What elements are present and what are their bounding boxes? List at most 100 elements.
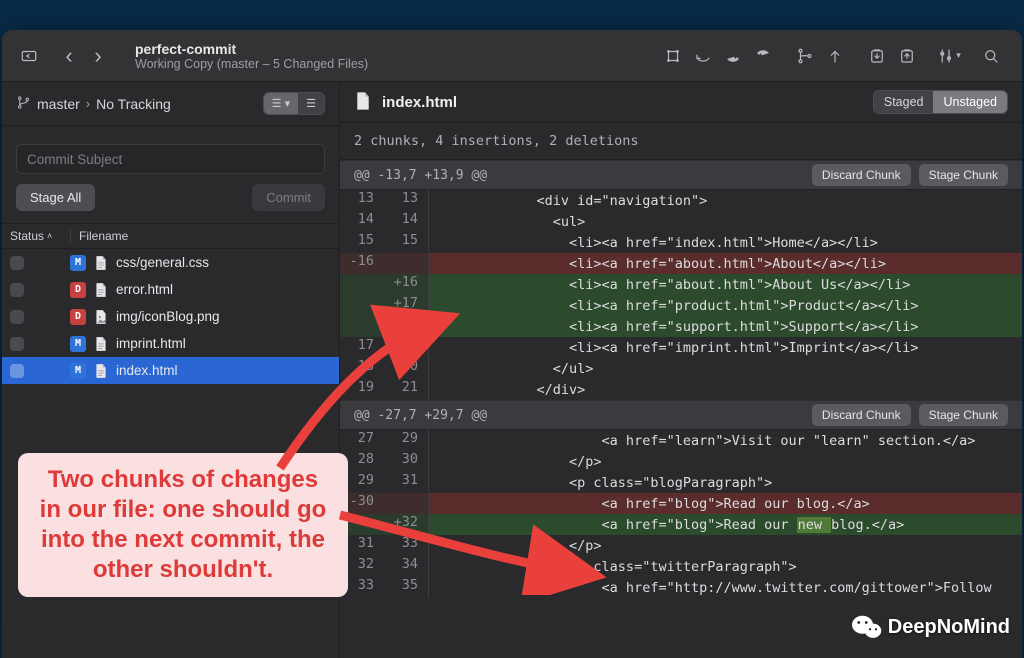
stage-checkbox[interactable] [10,337,24,351]
code-line[interactable]: +18 <li><a href="support.html">Support</… [340,316,1022,337]
stage-view-toggle[interactable]: Staged Unstaged [873,90,1008,114]
stage-all-button[interactable]: Stage All [16,184,95,211]
code-text: <a href="blog">Read our blog.</a> [429,493,1022,514]
diff-filename: index.html [382,94,457,111]
new-line-number: 15 [384,232,428,253]
settings-icon[interactable]: ▾ [936,42,962,70]
code-line[interactable]: -30 <a href="blog">Read our blog.</a> [340,493,1022,514]
tab-staged[interactable]: Staged [874,91,934,113]
tree-view-icon[interactable]: ☰ [298,93,324,114]
code-text: </ul> [429,358,1022,379]
quick-actions-icon[interactable] [660,42,686,70]
old-line-number [340,316,384,337]
rebase-icon[interactable] [822,42,848,70]
discard-chunk-button[interactable]: Discard Chunk [812,404,911,426]
new-line-number: +17 [384,295,428,316]
new-line-number: +16 [384,274,428,295]
code-line[interactable]: 1820 </ul> [340,358,1022,379]
pull-icon[interactable] [720,42,746,70]
code-line[interactable]: 3133 </p> [340,535,1022,556]
file-name: error.html [116,282,173,297]
code-text: </p> [429,451,1022,472]
nav-forward-button[interactable]: › [85,42,111,70]
code-line[interactable]: 1414 <ul> [340,211,1022,232]
new-line-number: 34 [384,556,428,577]
code-text: <li><a href="support.html">Support</a></… [429,316,1022,337]
list-view-icon[interactable]: ☰ ▾ [264,93,298,114]
code-line[interactable]: 2729 <a href="learn">Visit our "learn" s… [340,430,1022,451]
file-row[interactable]: Dimg/iconBlog.png [2,303,339,330]
file-row[interactable]: Mcss/general.css [2,249,339,276]
view-mode-toggle[interactable]: ☰ ▾ ☰ [263,92,325,115]
new-line-number: 20 [384,358,428,379]
status-badge: M [70,255,86,271]
old-line-number [340,295,384,316]
new-line-number: 13 [384,190,428,211]
search-icon[interactable] [978,42,1004,70]
file-row[interactable]: Derror.html [2,276,339,303]
chunk-body: 1313 <div id="navigation">1414 <ul>1515 … [340,190,1022,400]
wechat-icon [852,614,882,640]
file-row[interactable]: Mimprint.html [2,330,339,357]
tab-unstaged[interactable]: Unstaged [933,91,1007,113]
code-line[interactable]: 1921 </div> [340,379,1022,400]
old-line-number: 15 [340,232,384,253]
code-line[interactable]: -16 <li><a href="about.html">About</a></… [340,253,1022,274]
code-line[interactable]: 1313 <div id="navigation"> [340,190,1022,211]
stage-checkbox[interactable] [10,364,24,378]
code-line[interactable]: +16 <li><a href="about.html">About Us</a… [340,274,1022,295]
watermark: DeepNoMind [852,614,1010,640]
code-text: <ul> [429,211,1022,232]
new-line-number: +32 [384,514,428,535]
merge-icon[interactable] [792,42,818,70]
new-line-number: 29 [384,430,428,451]
stage-chunk-button[interactable]: Stage Chunk [919,164,1008,186]
file-name: css/general.css [116,255,209,270]
code-text: <li><a href="imprint.html">Imprint</a></… [429,337,1022,358]
back-to-overview-icon[interactable] [16,42,42,70]
code-line[interactable]: 2830 </p> [340,451,1022,472]
file-type-icon [94,282,108,298]
diff-summary: 2 chunks, 4 insertions, 2 deletions [340,123,1022,160]
new-line-number: +18 [384,316,428,337]
commit-button[interactable]: Commit [252,184,325,211]
file-row[interactable]: Mindex.html [2,357,339,384]
new-line-number: 21 [384,379,428,400]
old-line-number: 27 [340,430,384,451]
status-badge: M [70,363,86,379]
stash-apply-icon[interactable] [894,42,920,70]
old-line-number: -16 [340,253,384,274]
discard-chunk-button[interactable]: Discard Chunk [812,164,911,186]
code-line[interactable]: 3335 <a href="http://www.twitter.com/git… [340,577,1022,598]
sort-asc-icon: ˄ [47,231,52,241]
code-line[interactable]: +32 <a href="blog">Read our new blog.</a… [340,514,1022,535]
push-icon[interactable] [750,42,776,70]
stage-chunk-button[interactable]: Stage Chunk [919,404,1008,426]
old-line-number: 19 [340,379,384,400]
code-line[interactable]: 2931 <p class="blogParagraph"> [340,472,1022,493]
stash-save-icon[interactable] [864,42,890,70]
code-line[interactable]: +17 <li><a href="product.html">Product</… [340,295,1022,316]
old-line-number [340,274,384,295]
code-line[interactable]: 1515 <li><a href="index.html">Home</a></… [340,232,1022,253]
code-text: <li><a href="about.html">About</a></li> [429,253,1022,274]
code-line[interactable]: 3234 <p class="twitterParagraph"> [340,556,1022,577]
branch-name[interactable]: master [37,96,80,112]
col-status[interactable]: Status ˄ [10,229,70,243]
watermark-text: DeepNoMind [888,616,1010,639]
toolbar: ‹ › perfect-commit Working Copy (master … [2,30,1022,82]
code-text: </p> [429,535,1022,556]
file-name: imprint.html [116,336,186,351]
nav-back-button[interactable]: ‹ [56,42,82,70]
fetch-icon[interactable] [690,42,716,70]
stage-checkbox[interactable] [10,256,24,270]
status-badge: D [70,282,86,298]
col-filename[interactable]: Filename [70,229,331,243]
file-table-header: Status ˄ Filename [2,223,339,249]
code-line[interactable]: 1719 <li><a href="imprint.html">Imprint<… [340,337,1022,358]
stage-checkbox[interactable] [10,283,24,297]
status-badge: M [70,336,86,352]
tracking-label[interactable]: No Tracking [96,96,171,112]
stage-checkbox[interactable] [10,310,24,324]
commit-subject-input[interactable]: Commit Subject [16,144,325,174]
